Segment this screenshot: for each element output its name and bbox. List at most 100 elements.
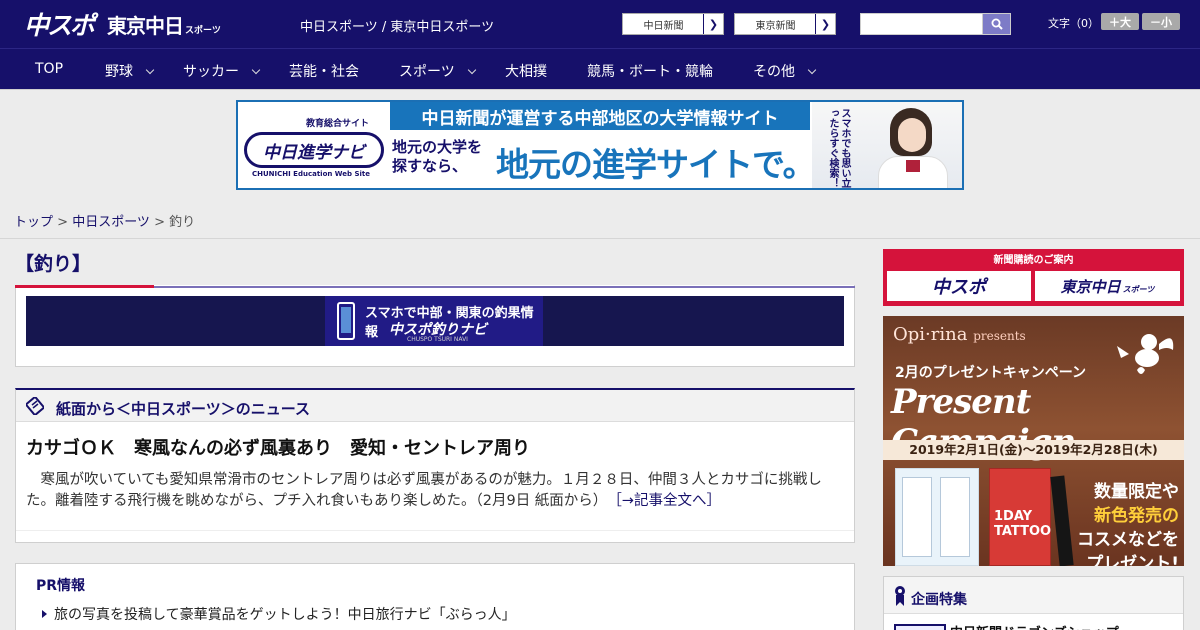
feature-thumbnail <box>894 624 946 630</box>
nav-item-entertainment[interactable]: 芸能・社会 <box>289 61 359 81</box>
title-underline-blue <box>154 286 855 288</box>
newspaper-icon <box>26 397 44 415</box>
banner-headline: 中日新聞が運営する中部地区の大学情報サイト <box>390 102 810 130</box>
nav-label: 芸能・社会 <box>289 64 359 80</box>
title-underline-red <box>15 285 154 288</box>
subscribe-tokyo-suffix: スポーツ <box>1122 284 1155 294</box>
breadcrumb-top-link[interactable]: トップ <box>14 215 53 230</box>
pr-section: PR情報 旅の写真を投稿して豪華賞品をゲットしよう！中日旅行ナビ「ぶらっ人」 <box>15 563 855 630</box>
special-features-title: 企画特集 <box>911 592 967 608</box>
nav-item-top[interactable]: TOP <box>35 61 63 77</box>
search-button[interactable] <box>982 13 1011 35</box>
ad-copy-line: プレゼント! <box>1086 554 1179 566</box>
news-section: 紙面から＜中日スポーツ＞のニュース カサゴＯＫ 寒風なんの必ず風裏あり 愛知・セ… <box>15 388 855 543</box>
ad-dates: 2019年2月1日(金)～2019年2月28日(木) <box>883 440 1184 460</box>
tokyo-shimbun-button[interactable]: 東京新聞 ❯ <box>734 13 836 35</box>
product-bottle <box>902 477 932 557</box>
nav-label: 大相撲 <box>505 64 547 80</box>
subscribe-tokyo-label: 東京中日 <box>1060 277 1121 296</box>
banner-big-text: 地元の進学サイトで。 <box>496 145 816 184</box>
article-title[interactable]: カサゴＯＫ 寒風なんの必ず風裏あり 愛知・セントレア周り <box>26 434 530 460</box>
ad-copy-line: 新色発売の <box>1094 506 1179 526</box>
smartphone-icon <box>337 302 355 340</box>
article-summary: 寒風が吹いていても愛知県常滑市のセントレア周りは必ず風裏があるのが魅力。１月２８… <box>26 470 846 512</box>
nav-item-other[interactable]: その他 <box>753 61 817 81</box>
logo-sports: スポーツ <box>185 25 221 36</box>
breadcrumb-current: 釣り <box>169 215 196 230</box>
model-ribbon <box>906 160 920 172</box>
pr-title: PR情報 <box>36 578 86 594</box>
site-logo[interactable]: 中スポ 東京中日 スポーツ <box>24 9 221 40</box>
chevron-right-icon: ❯ <box>703 14 723 34</box>
nav-label: その他 <box>753 64 795 80</box>
banner-badge: 教育総合サイト <box>306 119 370 129</box>
nav-label: TOP <box>35 61 64 77</box>
ad-brand: Opi·rina presents <box>893 324 1026 345</box>
banner-vertical-text: スマホでも思い立ったらすぐ検索！ <box>827 108 850 188</box>
pr-list-item[interactable]: 旅の写真を投稿して豪華賞品をゲットしよう！中日旅行ナビ「ぶらっ人」 <box>42 604 516 624</box>
banner-logo-en: CHUNICHI Education Web Site <box>252 170 371 178</box>
cupid-icon <box>1117 334 1174 374</box>
logo-chuspo: 中スポ <box>24 11 95 40</box>
ad-product-tattoo: 1DAY TATTOO <box>989 468 1051 566</box>
ad-subtitle: 2月のプレゼントキャンペーン <box>895 365 1087 381</box>
ad-copy-line: コスメなどを <box>1077 530 1179 550</box>
ribbon-icon <box>895 586 905 606</box>
chunichi-shimbun-button[interactable]: 中日新聞 ❯ <box>622 13 724 35</box>
ad-product-bioderma <box>895 468 979 566</box>
nav-item-sumo[interactable]: 大相撲 <box>505 61 547 81</box>
subscribe-chuspo-button[interactable]: 中スポ <box>887 271 1031 301</box>
opirina-ad[interactable]: Opi·rina presents 2月のプレゼントキャンペーン Present… <box>883 316 1184 566</box>
news-section-header: 紙面から＜中日スポーツ＞のニュース <box>16 390 854 422</box>
main-nav: TOP 野球 サッカー 芸能・社会 スポーツ 大相撲 競馬・ボート・競輪 その他 <box>0 48 1200 89</box>
special-feature-item[interactable]: 中日新聞ドラゴンズショップ <box>884 613 1183 630</box>
ad-brand-suffix: presents <box>973 329 1026 343</box>
banner-logo-text: 中日進学ナビ <box>244 132 384 168</box>
font-bigger-button[interactable]: ＋大 <box>1101 13 1139 30</box>
chevron-down-icon <box>251 65 261 75</box>
breadcrumb-separator: > <box>149 215 170 230</box>
top-header: 中スポ 東京中日 スポーツ 中日スポーツ / 東京中日スポーツ 中日新聞 ❯ 東… <box>0 0 1200 48</box>
nav-label: 競馬・ボート・競輪 <box>587 64 713 80</box>
font-size-label: 文字（0） <box>1048 17 1099 30</box>
nav-label: サッカー <box>183 64 239 80</box>
chevron-right-icon: ❯ <box>815 14 835 34</box>
search-icon <box>991 18 1003 30</box>
model-face <box>898 118 926 152</box>
subscription-heading: 新聞購読のご案内 <box>993 255 1074 266</box>
subscribe-tokyo-chunichi-button[interactable]: 東京中日 スポーツ <box>1035 271 1180 301</box>
ad-brand-name: Opi·rina <box>893 324 968 345</box>
chunichi-shimbun-label: 中日新聞 <box>643 20 684 32</box>
search-input[interactable] <box>860 13 983 35</box>
nav-label: スポーツ <box>399 64 455 80</box>
chevron-down-icon <box>467 65 476 75</box>
font-smaller-button[interactable]: －小 <box>1142 13 1180 30</box>
nav-divider <box>0 89 1200 90</box>
shingaku-navi-banner[interactable]: 教育総合サイト 中日進学ナビ CHUNICHI Education Web Si… <box>236 100 964 190</box>
article-more-link[interactable]: ［→記事全文へ］ <box>615 493 721 509</box>
tsuri-navi-panel: スマホで中部・関東の釣果情報 中スポ釣りナビ CHUSPO TSURI NAVI <box>325 296 543 346</box>
nav-item-baseball[interactable]: 野球 <box>105 61 155 81</box>
special-features-box: 企画特集 中日新聞ドラゴンズショップ <box>883 576 1184 630</box>
ad-copy-line: 数量限定や <box>1094 482 1179 502</box>
ad-copy: 数量限定や 新色発売の コスメなどを プレゼント! <box>1069 480 1179 566</box>
tsuri-navi-banner[interactable]: スマホで中部・関東の釣果情報 中スポ釣りナビ CHUSPO TSURI NAVI <box>26 296 844 346</box>
nav-item-soccer[interactable]: サッカー <box>183 61 261 81</box>
product-bottle <box>940 477 970 557</box>
page-title: 【釣り】 <box>15 253 92 275</box>
tsuri-banner-line3: CHUSPO TSURI NAVI <box>407 336 468 343</box>
news-section-heading: 紙面から＜中日スポーツ＞のニュース <box>56 400 310 418</box>
site-links[interactable]: 中日スポーツ / 東京中日スポーツ <box>300 16 494 35</box>
nav-item-sports[interactable]: スポーツ <box>399 61 476 81</box>
chevron-down-icon <box>807 65 817 75</box>
tokyo-shimbun-label: 東京新聞 <box>755 20 796 32</box>
shingaku-navi-logo: 教育総合サイト 中日進学ナビ CHUNICHI Education Web Si… <box>238 102 388 188</box>
nav-item-keiba[interactable]: 競馬・ボート・競輪 <box>587 61 713 81</box>
subscription-box: 新聞購読のご案内 中スポ 東京中日 スポーツ <box>883 249 1184 306</box>
breadcrumb-section-link[interactable]: 中日スポーツ <box>72 215 150 230</box>
banner-lead: 地元の大学を 探すなら、 <box>392 138 483 175</box>
banner-photo: スマホでも思い立ったらすぐ検索！ <box>812 102 962 188</box>
feature-label: 中日新聞ドラゴンズショップ <box>950 622 1119 630</box>
ad-product-label: 1DAY TATTOO <box>994 509 1052 539</box>
news-divider <box>16 530 854 531</box>
